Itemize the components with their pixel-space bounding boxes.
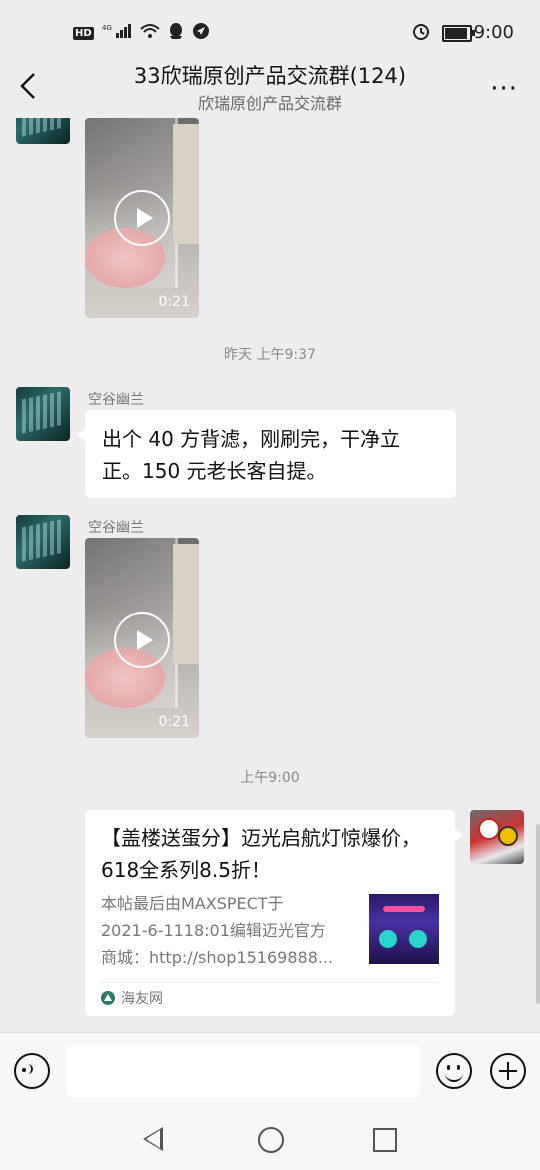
card-source: 海友网 — [101, 988, 163, 1008]
chat-subtitle: 欣瑞原创产品交流群 — [197, 94, 342, 113]
hd-icon: HD — [73, 26, 94, 40]
navigation-app-icon — [192, 22, 210, 44]
sender-name: 空谷幽兰 — [88, 520, 144, 536]
chat-title: 33欣瑞原创产品交流群(124) — [133, 64, 407, 88]
avatar[interactable] — [16, 515, 70, 569]
signal-icon: 4G — [102, 23, 132, 43]
card-divider — [101, 982, 439, 983]
play-icon[interactable] — [114, 190, 170, 246]
sender-name: 空谷幽兰 — [88, 392, 144, 408]
system-navigation-bar — [0, 1110, 540, 1170]
card-thumbnail — [369, 894, 439, 964]
card-desc-line: 商城：http://shop15169888... — [101, 948, 334, 967]
video-message[interactable]: 0:21 — [85, 538, 199, 738]
scrollbar[interactable] — [536, 824, 540, 1004]
message-timestamp: 昨天 上午9:37 — [224, 347, 316, 363]
video-duration: 0:21 — [158, 714, 190, 730]
source-app-icon — [101, 991, 115, 1005]
system-recents-button[interactable] — [373, 1128, 397, 1152]
link-card-message[interactable]: 【盖楼送蛋分】迈光启航灯惊爆价，618全系列8.5折！ 本帖最后由MAXSPEC… — [85, 810, 463, 1016]
message-timestamp: 上午9:00 — [240, 770, 300, 786]
avatar[interactable] — [16, 387, 70, 441]
video-duration: 0:21 — [158, 294, 190, 310]
card-title: 【盖楼送蛋分】迈光启航灯惊爆价，618全系列8.5折！ — [101, 826, 421, 882]
play-icon[interactable] — [114, 612, 170, 668]
card-description: 本帖最后由MAXSPECT于 2021-6-1118:01编辑迈光官方 商城：h… — [101, 890, 357, 971]
input-bar — [0, 1032, 540, 1111]
message-line: 正。150 元老长客自提。 — [102, 459, 327, 483]
status-right-icons — [412, 22, 475, 44]
chat-message-list[interactable]: 0:21 昨天 上午9:37 空谷幽兰 出个 40 方背滤，刚刷完，干净立 正。… — [0, 118, 540, 1032]
status-left-icons: HD 4G — [73, 22, 210, 44]
battery-icon — [442, 24, 475, 42]
voice-input-button[interactable] — [14, 1053, 50, 1089]
status-time: 9:00 — [473, 22, 514, 43]
wifi-icon — [140, 23, 160, 43]
system-home-button[interactable] — [258, 1127, 284, 1153]
system-back-button[interactable] — [143, 1127, 163, 1151]
chat-header: 33欣瑞原创产品交流群(124) 欣瑞原创产品交流群 ··· — [0, 56, 540, 120]
avatar[interactable] — [16, 118, 70, 144]
message-input[interactable] — [66, 1045, 420, 1097]
card-desc-line: 本帖最后由MAXSPECT于 — [101, 894, 284, 913]
video-message[interactable]: 0:21 — [85, 118, 199, 318]
more-options-button[interactable]: ··· — [490, 74, 518, 104]
status-bar: HD 4G 9:00 — [0, 0, 540, 62]
card-desc-line: 2021-6-1118:01编辑迈光官方 — [101, 921, 326, 940]
message-line: 出个 40 方背滤，刚刷完，干净立 — [102, 427, 401, 451]
card-source-label: 海友网 — [121, 991, 163, 1007]
emoji-button[interactable] — [436, 1053, 472, 1089]
my-avatar[interactable] — [470, 810, 524, 864]
more-functions-button[interactable] — [490, 1053, 526, 1089]
svg-text:4G: 4G — [102, 24, 112, 32]
text-message-bubble[interactable]: 出个 40 方背滤，刚刷完，干净立 正。150 元老长客自提。 — [77, 410, 456, 498]
qq-icon — [168, 22, 184, 44]
alarm-icon — [412, 22, 430, 44]
